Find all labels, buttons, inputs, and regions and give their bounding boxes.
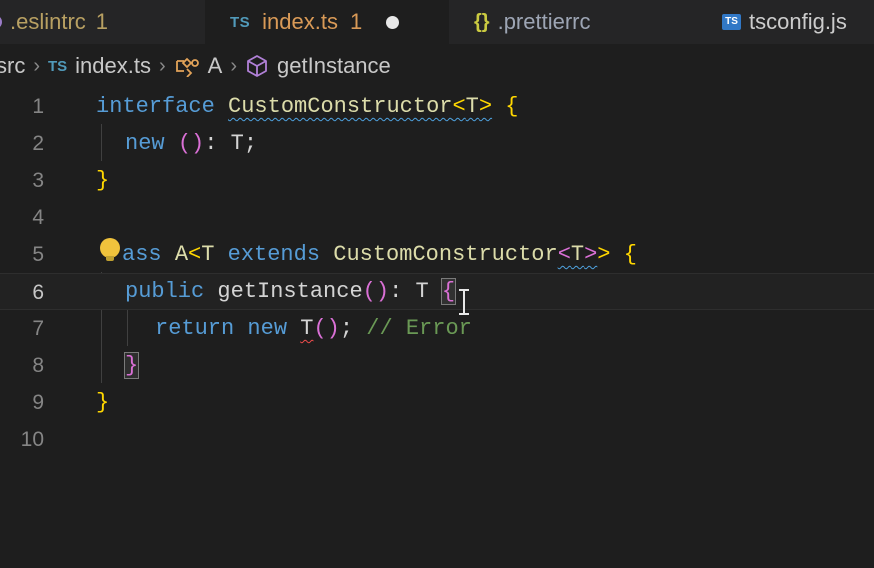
type-bracket: < (188, 242, 202, 267)
tab-eslintrc[interactable]: .eslintrc 1 (0, 0, 108, 44)
code-line-6[interactable]: 6 public getInstance(): T { (0, 273, 874, 310)
tab-label: .eslintrc (10, 9, 86, 34)
code-line-4[interactable]: 4 (0, 199, 874, 236)
keyword-public: public (125, 279, 205, 304)
class-symbol-icon (175, 57, 199, 77)
eslint-icon (0, 15, 2, 29)
keyword-extends: extends (227, 242, 321, 267)
line-number: 3 (32, 169, 44, 192)
code-line-2[interactable]: 2 new (): T; (0, 125, 874, 162)
parens: () (362, 279, 390, 304)
error-type-param: T (300, 316, 314, 341)
code-line-1[interactable]: 1 interface CustomConstructor<T> { (0, 88, 874, 125)
semicolon: ; (339, 316, 354, 341)
method-cube-icon (247, 55, 267, 77)
line-number: 2 (32, 132, 44, 155)
line-number: 7 (32, 317, 44, 340)
return-type: : T; (204, 131, 258, 156)
tsconfig-icon: TS (722, 14, 741, 30)
line-number: 9 (32, 391, 44, 414)
braces-icon: {} (474, 10, 490, 33)
code-line-3[interactable]: 3 } (0, 162, 874, 199)
code-line-8[interactable]: 8 } (0, 347, 874, 384)
line-number: 8 (32, 354, 44, 377)
type-bracket: > (478, 94, 493, 119)
type-param: T (465, 94, 479, 119)
class-name: A (174, 242, 189, 267)
chevron-right-icon: › (159, 54, 166, 77)
chevron-right-icon: › (230, 54, 238, 77)
breadcrumb-file[interactable]: TS index.ts (48, 53, 151, 79)
chevron-right-icon: › (33, 54, 40, 77)
tab-label: tsconfig.js (749, 9, 847, 34)
code-editor[interactable]: 1 interface CustomConstructor<T> { 2 new… (0, 88, 874, 568)
ts-icon: TS (48, 57, 68, 75)
type-param: T (570, 242, 585, 267)
parens: () (313, 316, 340, 341)
breadcrumb-class[interactable]: A (174, 53, 223, 79)
keyword-return: return (155, 316, 235, 341)
colon: : (389, 279, 416, 304)
tab-label: index.ts (262, 9, 338, 34)
keyword-new: new (125, 131, 165, 156)
breadcrumb-class-label: A (207, 53, 223, 78)
type-bracket: < (452, 94, 466, 119)
code-line-7[interactable]: 7 return new T(); // Error (0, 310, 874, 347)
line-number: 10 (20, 428, 44, 451)
tab-prettierrc[interactable]: {} .prettierrc (474, 0, 591, 44)
code-line-5[interactable]: 5 ass A<T extends CustomConstructor<T>> … (0, 236, 874, 273)
tab-index-ts[interactable]: TS index.ts 1 (205, 0, 449, 44)
keyword-class: ass (122, 242, 162, 267)
type-bracket: > (597, 242, 611, 267)
line-number: 5 (32, 243, 44, 266)
matched-brace: } (123, 352, 140, 379)
tab-label: .prettierrc (497, 9, 591, 34)
keyword-interface: interface (96, 94, 215, 119)
matched-brace: { (440, 278, 457, 305)
return-type: T (415, 279, 429, 304)
line-number: 4 (32, 206, 44, 229)
keyword-new: new (247, 316, 288, 341)
type-bracket: < (557, 242, 571, 267)
ts-icon: TS (230, 13, 251, 31)
unsaved-dot-icon[interactable] (386, 15, 400, 29)
comment: // Error (366, 316, 472, 341)
problem-count-badge: 1 (350, 9, 363, 34)
type-param: T (201, 242, 215, 267)
parens: () (177, 131, 205, 156)
interface-name: CustomConstructor (228, 94, 453, 119)
type-bracket: > (584, 242, 598, 267)
open-brace: { (505, 94, 519, 119)
base-type-name: CustomConstructor (333, 242, 558, 267)
breadcrumb-method-label: getInstance (277, 53, 391, 78)
code-line-9[interactable]: 9 } (0, 384, 874, 421)
tab-bar: .eslintrc 1 TS index.ts 1 {} .prettierrc… (0, 0, 874, 44)
breadcrumb-folder[interactable]: src (0, 53, 25, 79)
problem-count-badge: 1 (95, 9, 109, 34)
line-number: 1 (32, 95, 44, 118)
breadcrumb-method[interactable]: getInstance (245, 53, 391, 79)
close-brace: } (96, 168, 110, 193)
lightbulb-icon[interactable] (100, 238, 120, 261)
close-brace: } (96, 390, 110, 415)
open-brace: { (623, 242, 637, 267)
tab-tsconfig[interactable]: TS tsconfig.js (722, 0, 847, 44)
text-cursor-icon (459, 289, 469, 315)
breadcrumb: src › TS index.ts › A › getInstance (0, 44, 874, 88)
code-line-10[interactable]: 10 (0, 421, 874, 458)
breadcrumb-file-label: index.ts (75, 53, 151, 78)
method-name: getInstance (217, 279, 363, 304)
line-number: 6 (32, 281, 44, 304)
